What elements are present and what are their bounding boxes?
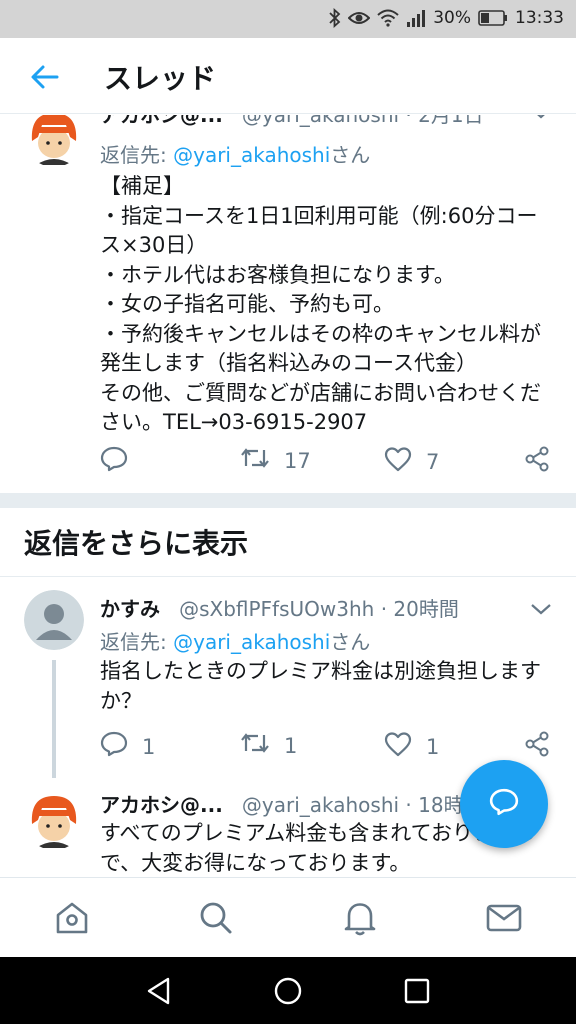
bottom-tab-bar <box>0 877 576 957</box>
share-icon <box>524 446 550 477</box>
bluetooth-icon <box>329 8 341 28</box>
tweet-header: かすみ @sXbflPFfsUOw3hh · 20時間 <box>100 593 516 622</box>
battery-percent: 30% <box>433 8 471 28</box>
share-icon <box>524 731 550 762</box>
author-meta: @yari_akahoshi · 2月1日 <box>241 115 484 127</box>
reply-icon <box>100 731 128 762</box>
search-icon[interactable] <box>196 898 236 938</box>
reply-handle[interactable]: @yari_akahoshi <box>173 143 330 167</box>
retweet-count: 1 <box>284 733 298 758</box>
bell-icon[interactable] <box>340 898 380 938</box>
nav-recents-icon[interactable] <box>401 975 433 1007</box>
reply-button[interactable] <box>100 446 128 477</box>
back-arrow-icon[interactable] <box>28 60 62 94</box>
home-icon[interactable] <box>52 898 92 938</box>
share-button[interactable] <box>524 446 550 477</box>
nav-home-icon[interactable] <box>272 975 304 1007</box>
retweet-button[interactable]: 1 <box>240 731 297 760</box>
nav-back-icon[interactable] <box>143 975 175 1007</box>
author-name[interactable]: アカホシ@... <box>100 115 223 127</box>
reply-to-line: 返信先: @yari_akahoshiさん <box>100 139 370 168</box>
tweet-actions: 1 1 1 <box>100 731 552 761</box>
tweet-header: アカホシ@... @yari_akahoshi · 2月1日 <box>100 115 516 128</box>
reply-to-line: 返信先: @yari_akahoshiさん <box>100 626 370 655</box>
heart-icon <box>384 731 412 762</box>
author-meta: @sXbflPFfsUOw3hh · 20時間 <box>179 597 459 621</box>
author-meta: @yari_akahoshi · 18時間 <box>241 793 484 817</box>
tweet-text: 指名したときのプレミア料金は別途負担しますか？ <box>100 659 541 713</box>
reply-fab-button[interactable] <box>460 760 548 848</box>
reply-icon <box>100 446 128 477</box>
wifi-icon <box>377 9 399 27</box>
avatar[interactable] <box>24 115 84 167</box>
reply-prefix: 返信先: <box>100 630 174 654</box>
app-bar: スレッド <box>0 38 576 114</box>
retweet-button[interactable]: 17 <box>240 446 311 475</box>
reply-bubble-icon <box>489 788 519 820</box>
reply-prefix: 返信先: <box>100 143 174 167</box>
avatar[interactable] <box>24 790 84 850</box>
like-count: 1 <box>426 734 440 759</box>
page-title: スレッド <box>104 62 217 95</box>
tweet[interactable]: アカホシ@... @yari_akahoshi · 2月1日 返信先: @yar… <box>0 115 576 479</box>
mail-icon[interactable] <box>484 898 524 938</box>
eye-comfort-icon <box>348 10 371 26</box>
show-more-replies[interactable]: 返信をさらに表示 <box>24 522 248 562</box>
like-button[interactable]: 1 <box>384 731 439 762</box>
reply-handle[interactable]: @yari_akahoshi <box>173 630 330 654</box>
chevron-down-icon[interactable] <box>530 115 552 119</box>
tweet-actions: 17 7 <box>100 446 552 476</box>
signal-icon <box>406 9 426 27</box>
reply-button[interactable]: 1 <box>100 731 155 762</box>
author-name[interactable]: アカホシ@... <box>100 793 223 817</box>
status-bar: 30% 13:33 <box>0 0 576 38</box>
tweet-text: 【補足】 ・指定コースを1日1回利用可能（例:60分コース×30日） ・ホテル代… <box>100 174 541 434</box>
tweet[interactable]: かすみ @sXbflPFfsUOw3hh · 20時間 返信先: @yari_a… <box>0 577 576 787</box>
like-button[interactable]: 7 <box>384 446 439 477</box>
reply-suffix: さん <box>330 630 371 654</box>
retweet-icon <box>240 731 270 760</box>
reply-suffix: さん <box>330 143 371 167</box>
clock: 13:33 <box>515 8 564 28</box>
heart-icon <box>384 446 412 477</box>
author-name[interactable]: かすみ <box>100 597 160 621</box>
section-divider <box>0 493 576 508</box>
battery-icon <box>478 10 508 26</box>
share-button[interactable] <box>524 731 550 762</box>
chevron-down-icon[interactable] <box>530 601 552 615</box>
thread-connector <box>52 660 56 778</box>
like-count: 7 <box>426 449 440 474</box>
reply-count: 1 <box>142 734 156 759</box>
retweet-count: 17 <box>284 448 311 473</box>
system-nav-bar <box>0 957 576 1024</box>
avatar[interactable] <box>24 590 84 650</box>
retweet-icon <box>240 446 270 475</box>
